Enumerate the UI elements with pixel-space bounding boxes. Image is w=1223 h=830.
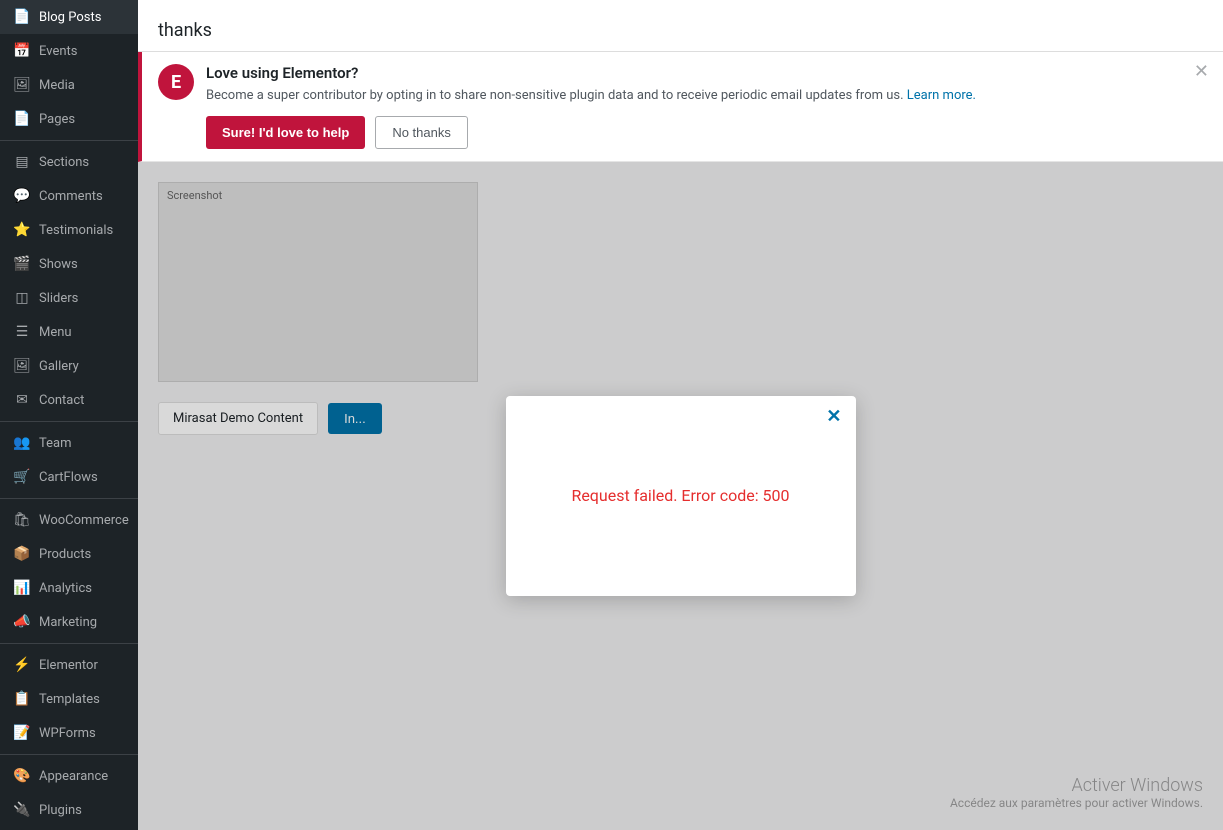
sidebar-item-plugins[interactable]: 🔌 Plugins (0, 793, 138, 827)
sidebar-item-events[interactable]: 📅 Events (0, 34, 138, 68)
sidebar-item-label-comments: Comments (39, 189, 103, 204)
content-area: Screenshot Mirasat Demo Content In... ✕ … (138, 162, 1223, 830)
sidebar-item-contact[interactable]: ✉ Contact (0, 383, 138, 417)
marketing-icon: 📣 (13, 613, 31, 631)
contact-icon: ✉ (13, 391, 31, 409)
blog-posts-icon: 📄 (13, 8, 31, 26)
sidebar-item-label-shows: Shows (39, 257, 78, 272)
testimonials-icon: ⭐ (13, 221, 31, 239)
plugins-icon: 🔌 (13, 801, 31, 819)
sidebar-item-label-marketing: Marketing (39, 615, 97, 630)
sidebar-item-wpforms[interactable]: 📝 WPForms (0, 716, 138, 750)
team-icon: 👥 (13, 434, 31, 452)
sidebar-item-label-gallery: Gallery (39, 359, 79, 374)
sidebar-item-team[interactable]: 👥 Team (0, 426, 138, 460)
sections-icon: ▤ (13, 153, 31, 171)
sidebar-item-label-testimonials: Testimonials (39, 223, 113, 238)
products-icon: 📦 (13, 545, 31, 563)
notice-close-button[interactable]: ✕ (1194, 62, 1209, 80)
sidebar-item-label-events: Events (39, 44, 77, 59)
cartflows-icon: 🛒 (13, 468, 31, 486)
sidebar-item-appearance[interactable]: 🎨 Appearance (0, 759, 138, 793)
sidebar-separator (0, 498, 138, 499)
appearance-icon: 🎨 (13, 767, 31, 785)
modal-error-text: Request failed. Error code: 500 (571, 486, 789, 505)
shows-icon: 🎬 (13, 255, 31, 273)
sidebar-item-label-media: Media (39, 78, 75, 93)
sidebar-item-sliders[interactable]: ◫ Sliders (0, 281, 138, 315)
sidebar-item-label-products: Products (39, 547, 91, 562)
sidebar-item-pages[interactable]: 📄 Pages (0, 102, 138, 136)
sidebar-item-blog-posts[interactable]: 📄 Blog Posts (0, 0, 138, 34)
wpforms-icon: 📝 (13, 724, 31, 742)
sidebar-separator (0, 754, 138, 755)
woocommerce-icon: 🛍 (13, 511, 31, 529)
elementor-logo: E (158, 64, 194, 100)
events-icon: 📅 (13, 42, 31, 60)
notice-title: Love using Elementor? (206, 64, 1203, 82)
modal-close-button[interactable]: ✕ (826, 406, 841, 427)
comments-icon: 💬 (13, 187, 31, 205)
sidebar-item-label-blog-posts: Blog Posts (39, 10, 101, 25)
notice-text: Become a super contributor by opting in … (206, 86, 1203, 106)
media-icon: 🖼 (13, 76, 31, 94)
sidebar-separator (0, 643, 138, 644)
notice-no-thanks-button[interactable]: No thanks (375, 116, 468, 149)
notice-text-before: Become a super contributor by opting in … (206, 88, 904, 103)
modal-overlay: ✕ Request failed. Error code: 500 (138, 162, 1223, 830)
error-modal: ✕ Request failed. Error code: 500 (506, 396, 856, 596)
sidebar-item-label-woocommerce: WooCommerce (39, 513, 129, 528)
sidebar-item-label-wpforms: WPForms (39, 726, 96, 741)
sidebar-item-label-templates: Templates (39, 692, 100, 707)
sidebar-item-label-menu: Menu (39, 325, 72, 340)
sidebar-item-label-cartflows: CartFlows (39, 470, 98, 485)
sidebar-item-marketing[interactable]: 📣 Marketing (0, 605, 138, 639)
notice-buttons: Sure! I'd love to help No thanks (206, 116, 1203, 149)
analytics-icon: 📊 (13, 579, 31, 597)
sidebar-item-label-appearance: Appearance (39, 769, 108, 784)
topbar: thanks (138, 0, 1223, 52)
sidebar-item-menu[interactable]: ☰ Menu (0, 315, 138, 349)
sidebar-item-label-sliders: Sliders (39, 291, 78, 306)
sidebar-item-gallery[interactable]: 🖼 Gallery (0, 349, 138, 383)
main-content: thanks E Love using Elementor? Become a … (138, 0, 1223, 830)
sidebar-item-cartflows[interactable]: 🛒 CartFlows (0, 460, 138, 494)
sidebar-item-products[interactable]: 📦 Products (0, 537, 138, 571)
sidebar-item-testimonials[interactable]: ⭐ Testimonials (0, 213, 138, 247)
notice-content: Love using Elementor? Become a super con… (206, 64, 1203, 149)
sidebar-item-label-team: Team (39, 436, 72, 451)
pages-icon: 📄 (13, 110, 31, 128)
sidebar-item-label-sections: Sections (39, 155, 89, 170)
sidebar-item-media[interactable]: 🖼 Media (0, 68, 138, 102)
sliders-icon: ◫ (13, 289, 31, 307)
sidebar-item-comments[interactable]: 💬 Comments (0, 179, 138, 213)
menu-icon: ☰ (13, 323, 31, 341)
sidebar-item-elementor[interactable]: ⚡ Elementor (0, 648, 138, 682)
sidebar-item-label-analytics: Analytics (39, 581, 92, 596)
sidebar-item-analytics[interactable]: 📊 Analytics (0, 571, 138, 605)
gallery-icon: 🖼 (13, 357, 31, 375)
notice-learn-more-link[interactable]: Learn more. (907, 88, 976, 103)
sidebar-item-label-plugins: Plugins (39, 803, 82, 818)
sidebar-item-label-elementor: Elementor (39, 658, 98, 673)
sidebar-item-label-contact: Contact (39, 393, 84, 408)
sidebar: 📄 Blog Posts 📅 Events 🖼 Media 📄 Pages ▤ Sections 💬… (0, 0, 138, 830)
notice-help-button[interactable]: Sure! I'd love to help (206, 116, 365, 149)
sidebar-separator (0, 140, 138, 141)
sidebar-item-sections[interactable]: ▤ Sections (0, 145, 138, 179)
elementor-notice-banner: E Love using Elementor? Become a super c… (138, 52, 1223, 162)
thanks-text: thanks (158, 10, 212, 41)
sidebar-separator (0, 421, 138, 422)
elementor-icon: ⚡ (13, 656, 31, 674)
sidebar-item-shows[interactable]: 🎬 Shows (0, 247, 138, 281)
sidebar-item-templates[interactable]: 📋 Templates (0, 682, 138, 716)
templates-icon: 📋 (13, 690, 31, 708)
sidebar-item-label-pages: Pages (39, 112, 75, 127)
sidebar-item-woocommerce[interactable]: 🛍 WooCommerce (0, 503, 138, 537)
